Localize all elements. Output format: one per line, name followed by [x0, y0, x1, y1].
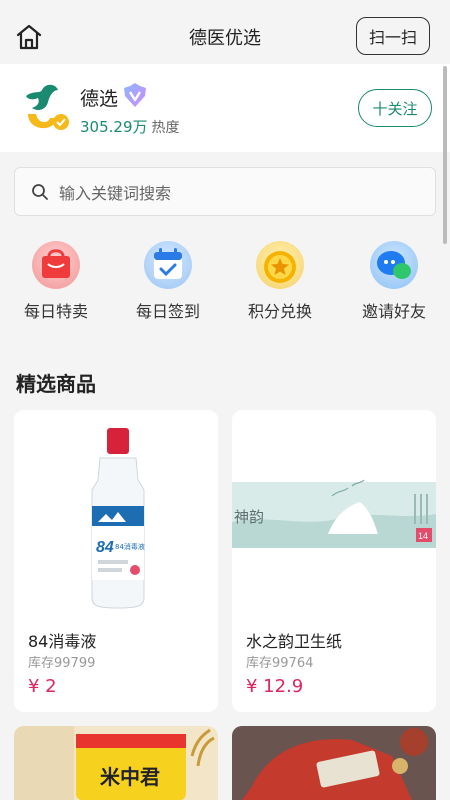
product-price: ¥ 2 [28, 676, 57, 697]
product-image-sausage [232, 726, 436, 800]
heat-label: 热度 [151, 120, 180, 136]
bag-label: 米中君 [100, 765, 160, 789]
quick-action-daily-sale[interactable]: 每日特卖 [14, 240, 98, 322]
product-card[interactable]: 神韵 14 水之韵卫生纸 库存99764 ¥ 12.9 [232, 410, 436, 712]
scrollbar[interactable] [443, 66, 447, 244]
quick-action-invite-friends[interactable]: 邀请好友 [352, 240, 436, 322]
product-card[interactable]: 84 84消毒液 84消毒液 库存99799 ¥ 2 [14, 410, 218, 712]
product-image-disinfectant: 84 84消毒液 [91, 428, 145, 609]
quick-action-label: 积分兑换 [247, 302, 312, 321]
quick-action-label: 邀请好友 [361, 302, 426, 321]
calendar-check-icon [144, 241, 192, 289]
product-stock: 库存99799 [28, 656, 96, 671]
product-name: 84消毒液 [28, 632, 97, 651]
search-bar[interactable]: 输入关键词搜索 [14, 167, 436, 216]
vip-badge-icon [124, 83, 146, 107]
store-logo[interactable] [18, 80, 74, 136]
search-placeholder: 输入关键词搜索 [59, 183, 172, 203]
product-card[interactable]: 米中君 [14, 726, 218, 800]
product-card[interactable] [232, 726, 436, 800]
product-name: 水之韵卫生纸 [246, 632, 343, 651]
chat-friends-icon [370, 241, 418, 289]
search-icon [32, 183, 48, 200]
quick-action-label: 每日签到 [135, 302, 200, 321]
bottle-label: 84消毒液 [115, 542, 145, 551]
svg-text:14: 14 [418, 531, 428, 541]
store-name: 德选 [80, 88, 119, 110]
follow-button[interactable]: 十关注 [358, 89, 432, 127]
quick-action-daily-checkin[interactable]: 每日签到 [126, 240, 210, 322]
svg-text:84: 84 [96, 539, 114, 556]
quick-action-label: 每日特卖 [23, 302, 88, 321]
product-image-toilet-paper: 神韵 14 [232, 479, 436, 548]
store-info: 德选 305.29万 热度 十关注 [0, 64, 450, 152]
product-stock: 库存99764 [246, 656, 314, 671]
product-image-rice: 米中君 [14, 726, 218, 800]
heat-value: 305.29万 [80, 118, 148, 136]
top-bar: 德医优选 扫一扫 [0, 0, 450, 72]
quick-action-points-exchange[interactable]: 积分兑换 [238, 240, 322, 322]
scan-button[interactable]: 扫一扫 [356, 17, 430, 55]
star-coin-icon [256, 241, 304, 289]
store-heat: 305.29万 热度 [80, 116, 180, 137]
product-price: ¥ 12.9 [246, 676, 304, 697]
pack-label: 神韵 [234, 508, 264, 526]
section-title: 精选商品 [16, 372, 96, 396]
mall-bag-icon [32, 241, 80, 289]
